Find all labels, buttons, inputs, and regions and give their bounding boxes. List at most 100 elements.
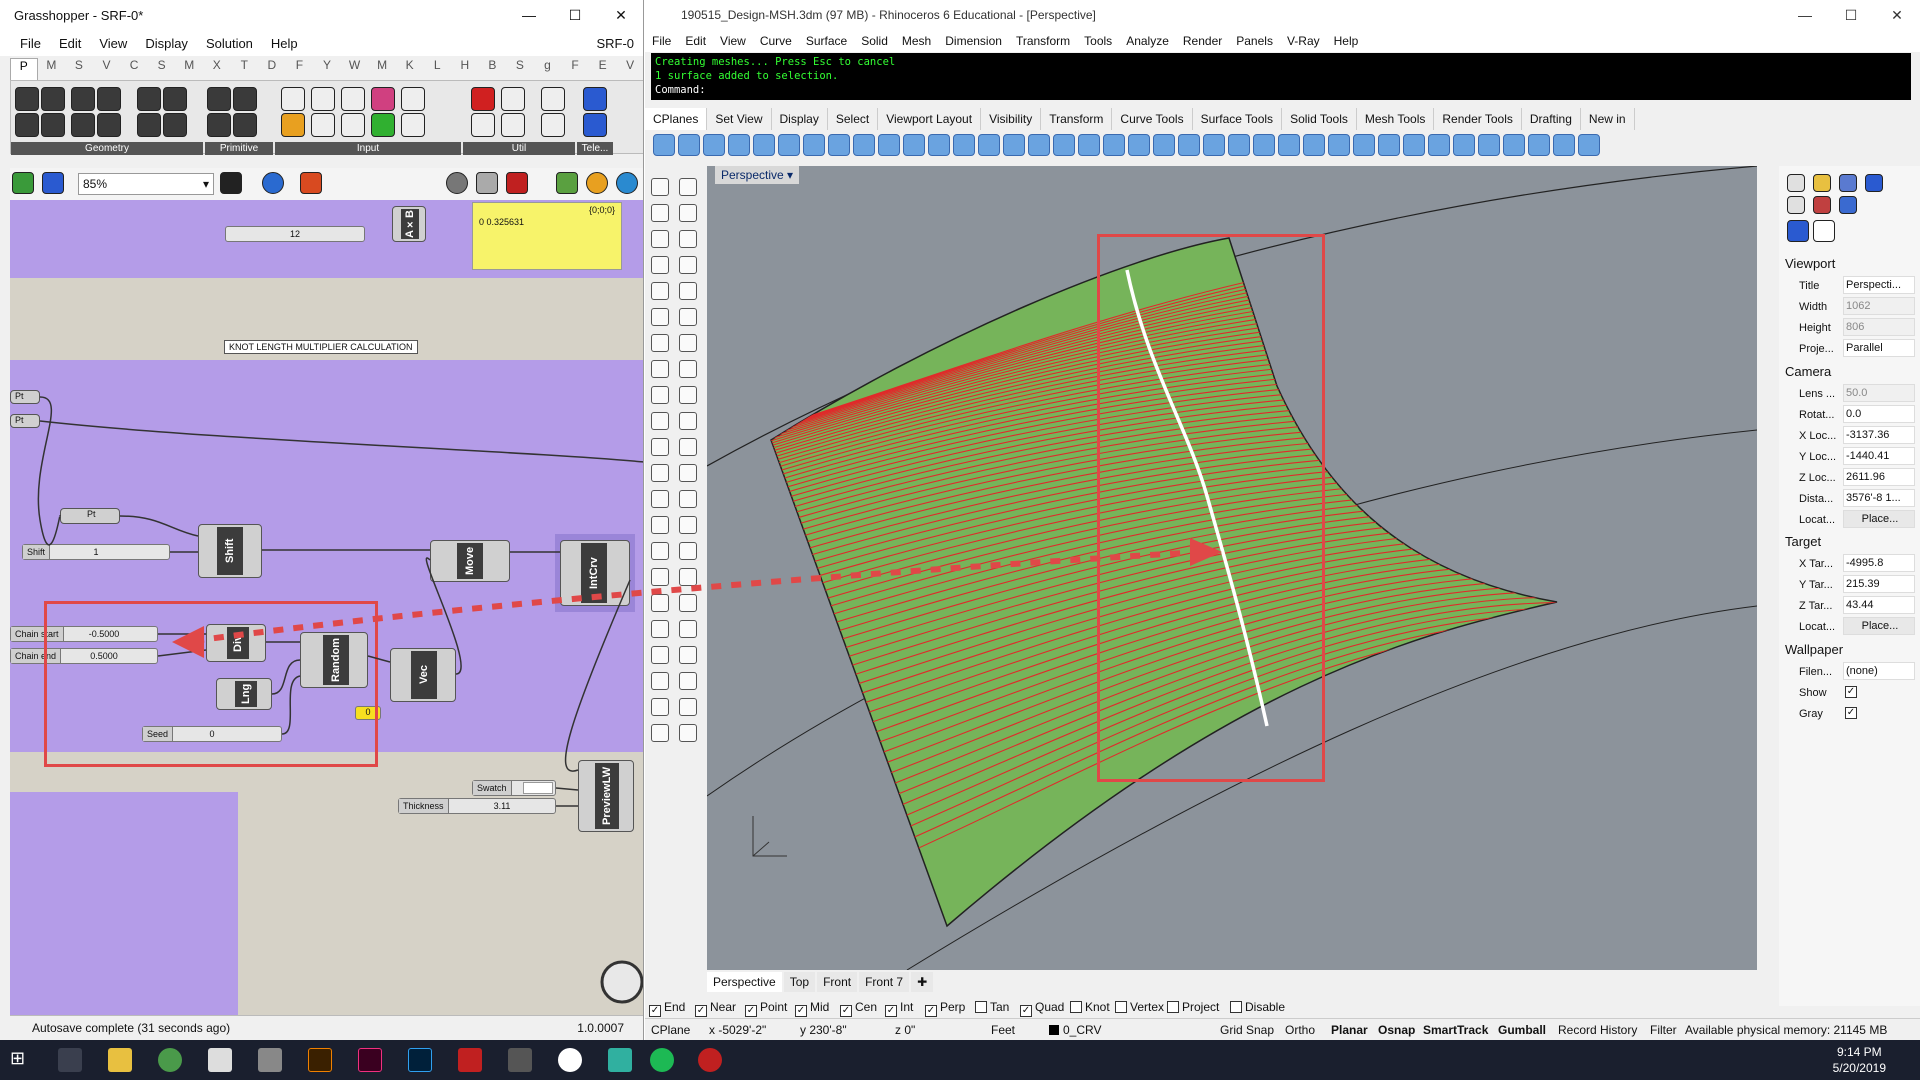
left-tool-icon[interactable] bbox=[679, 516, 697, 534]
tab-solid-tools[interactable]: Solid Tools bbox=[1282, 108, 1357, 130]
add-tab-icon[interactable]: ✚ bbox=[911, 972, 934, 992]
toolbar-command-icon[interactable] bbox=[1103, 134, 1125, 156]
tab-surface-tools[interactable]: Surface Tools bbox=[1193, 108, 1283, 130]
left-tool-icon[interactable] bbox=[651, 412, 669, 430]
left-tool-icon[interactable] bbox=[651, 594, 669, 612]
component-icon[interactable] bbox=[97, 113, 121, 137]
component-icon[interactable] bbox=[311, 113, 335, 137]
toolbar-command-icon[interactable] bbox=[1278, 134, 1300, 156]
component-icon[interactable] bbox=[583, 87, 607, 111]
prop-projection-select[interactable]: Parallel bbox=[1843, 339, 1915, 357]
menu-vray[interactable]: V-Ray bbox=[1280, 34, 1327, 48]
vp-tab-top[interactable]: Top bbox=[783, 972, 816, 992]
tab-display[interactable]: Display bbox=[772, 108, 828, 130]
left-tool-icon[interactable] bbox=[651, 490, 669, 508]
command-prompt[interactable]: Command: bbox=[655, 83, 1907, 97]
sketch-icon[interactable] bbox=[300, 172, 322, 194]
left-tool-icon[interactable] bbox=[679, 542, 697, 560]
left-tool-icon[interactable] bbox=[679, 256, 697, 274]
save-icon[interactable] bbox=[42, 172, 64, 194]
ribbon-group-primitive[interactable]: Primitive bbox=[205, 142, 273, 155]
status-grid-snap[interactable]: Grid Snap bbox=[1220, 1019, 1274, 1041]
prop-distance-field[interactable]: 3576'-8 1... bbox=[1843, 489, 1915, 507]
toolbar-command-icon[interactable] bbox=[753, 134, 775, 156]
osnap-vertex[interactable]: Vertex bbox=[1115, 996, 1164, 1018]
left-tool-icon[interactable] bbox=[679, 230, 697, 248]
osnap-near[interactable]: ✓ Near bbox=[695, 996, 736, 1018]
toolbar-command-icon[interactable] bbox=[728, 134, 750, 156]
photoshop-icon[interactable] bbox=[408, 1048, 432, 1072]
left-tool-icon[interactable] bbox=[679, 412, 697, 430]
left-tool-icon[interactable] bbox=[679, 490, 697, 508]
component-icon[interactable] bbox=[163, 87, 187, 111]
left-tool-icon[interactable] bbox=[679, 308, 697, 326]
viewport-props-icon[interactable] bbox=[1813, 220, 1835, 242]
ribbon-group-util[interactable]: Util bbox=[463, 142, 575, 155]
display-panel-icon[interactable] bbox=[1839, 174, 1857, 192]
toolbar-command-icon[interactable] bbox=[1203, 134, 1225, 156]
tab-mesh[interactable]: M bbox=[175, 58, 203, 80]
left-tool-icon[interactable] bbox=[651, 464, 669, 482]
left-tool-icon[interactable] bbox=[651, 516, 669, 534]
bake-icon[interactable] bbox=[556, 172, 578, 194]
component-icon[interactable] bbox=[207, 87, 231, 111]
tab-y[interactable]: Y bbox=[313, 58, 341, 80]
component-icon[interactable] bbox=[501, 113, 525, 137]
environment-icon[interactable] bbox=[1813, 196, 1831, 214]
prop-rotation-field[interactable]: 0.0 bbox=[1843, 405, 1915, 423]
left-tool-icon[interactable] bbox=[651, 568, 669, 586]
close-icon[interactable]: ✕ bbox=[598, 0, 643, 30]
chrome-icon[interactable] bbox=[158, 1048, 182, 1072]
osnap-tan[interactable]: Tan bbox=[975, 996, 1009, 1018]
left-tool-icon[interactable] bbox=[651, 230, 669, 248]
left-tool-icon[interactable] bbox=[651, 542, 669, 560]
status-gumball[interactable]: Gumball bbox=[1498, 1019, 1546, 1041]
menu-panels[interactable]: Panels bbox=[1229, 34, 1280, 48]
toolbar-command-icon[interactable] bbox=[903, 134, 925, 156]
toolbar-command-icon[interactable] bbox=[1328, 134, 1350, 156]
gh-menu-solution[interactable]: Solution bbox=[197, 36, 262, 51]
left-tool-icon[interactable] bbox=[651, 698, 669, 716]
component-icon[interactable] bbox=[281, 113, 305, 137]
left-tool-icon[interactable] bbox=[679, 698, 697, 716]
tab-params[interactable]: P bbox=[10, 58, 38, 80]
camera-icon[interactable] bbox=[1787, 220, 1809, 242]
toolbar-command-icon[interactable] bbox=[1178, 134, 1200, 156]
toolbar-command-icon[interactable] bbox=[1253, 134, 1275, 156]
vp-tab-front[interactable]: Front bbox=[817, 972, 858, 992]
left-tool-icon[interactable] bbox=[651, 386, 669, 404]
left-tool-icon[interactable] bbox=[651, 438, 669, 456]
menu-tools[interactable]: Tools bbox=[1077, 34, 1119, 48]
status-osnap[interactable]: Osnap bbox=[1378, 1019, 1415, 1041]
gh-menu-view[interactable]: View bbox=[90, 36, 136, 51]
left-tool-icon[interactable] bbox=[679, 646, 697, 664]
preview-wire-icon[interactable] bbox=[476, 172, 498, 194]
left-tool-icon[interactable] bbox=[651, 724, 669, 742]
preview-shaded-icon[interactable] bbox=[506, 172, 528, 194]
maximize-icon[interactable]: ☐ bbox=[552, 0, 598, 30]
left-tool-icon[interactable] bbox=[651, 620, 669, 638]
vp-tab-front7[interactable]: Front 7 bbox=[859, 972, 910, 992]
gh-canvas[interactable]: {0;0;0} 0 0.325631 12 A×B KNOT LENGTH MU… bbox=[10, 200, 643, 1015]
left-tool-icon[interactable] bbox=[651, 204, 669, 222]
toolbar-command-icon[interactable] bbox=[1378, 134, 1400, 156]
maximize-icon[interactable]: ☐ bbox=[1828, 0, 1874, 30]
toolbar-command-icon[interactable] bbox=[828, 134, 850, 156]
tab-surface[interactable]: S bbox=[148, 58, 176, 80]
place-target-button[interactable]: Place... bbox=[1843, 617, 1915, 635]
osnap-end[interactable]: ✓ End bbox=[649, 996, 685, 1018]
toolbar-command-icon[interactable] bbox=[1403, 134, 1425, 156]
toolbar-command-icon[interactable] bbox=[1078, 134, 1100, 156]
minimize-icon[interactable]: — bbox=[1782, 0, 1828, 30]
osnap-knot[interactable]: Knot bbox=[1070, 996, 1110, 1018]
ribbon-group-tele[interactable]: Tele... bbox=[577, 142, 613, 155]
toolbar-command-icon[interactable] bbox=[1528, 134, 1550, 156]
calculator-icon[interactable] bbox=[508, 1048, 532, 1072]
toolbar-command-icon[interactable] bbox=[1578, 134, 1600, 156]
left-tool-icon[interactable] bbox=[679, 464, 697, 482]
component-icon[interactable] bbox=[137, 87, 161, 111]
prop-title-field[interactable]: Perspecti... bbox=[1843, 276, 1915, 294]
toolbar-command-icon[interactable] bbox=[1003, 134, 1025, 156]
tab-visibility[interactable]: Visibility bbox=[981, 108, 1042, 130]
grasshopper-app-icon[interactable] bbox=[208, 1048, 232, 1072]
